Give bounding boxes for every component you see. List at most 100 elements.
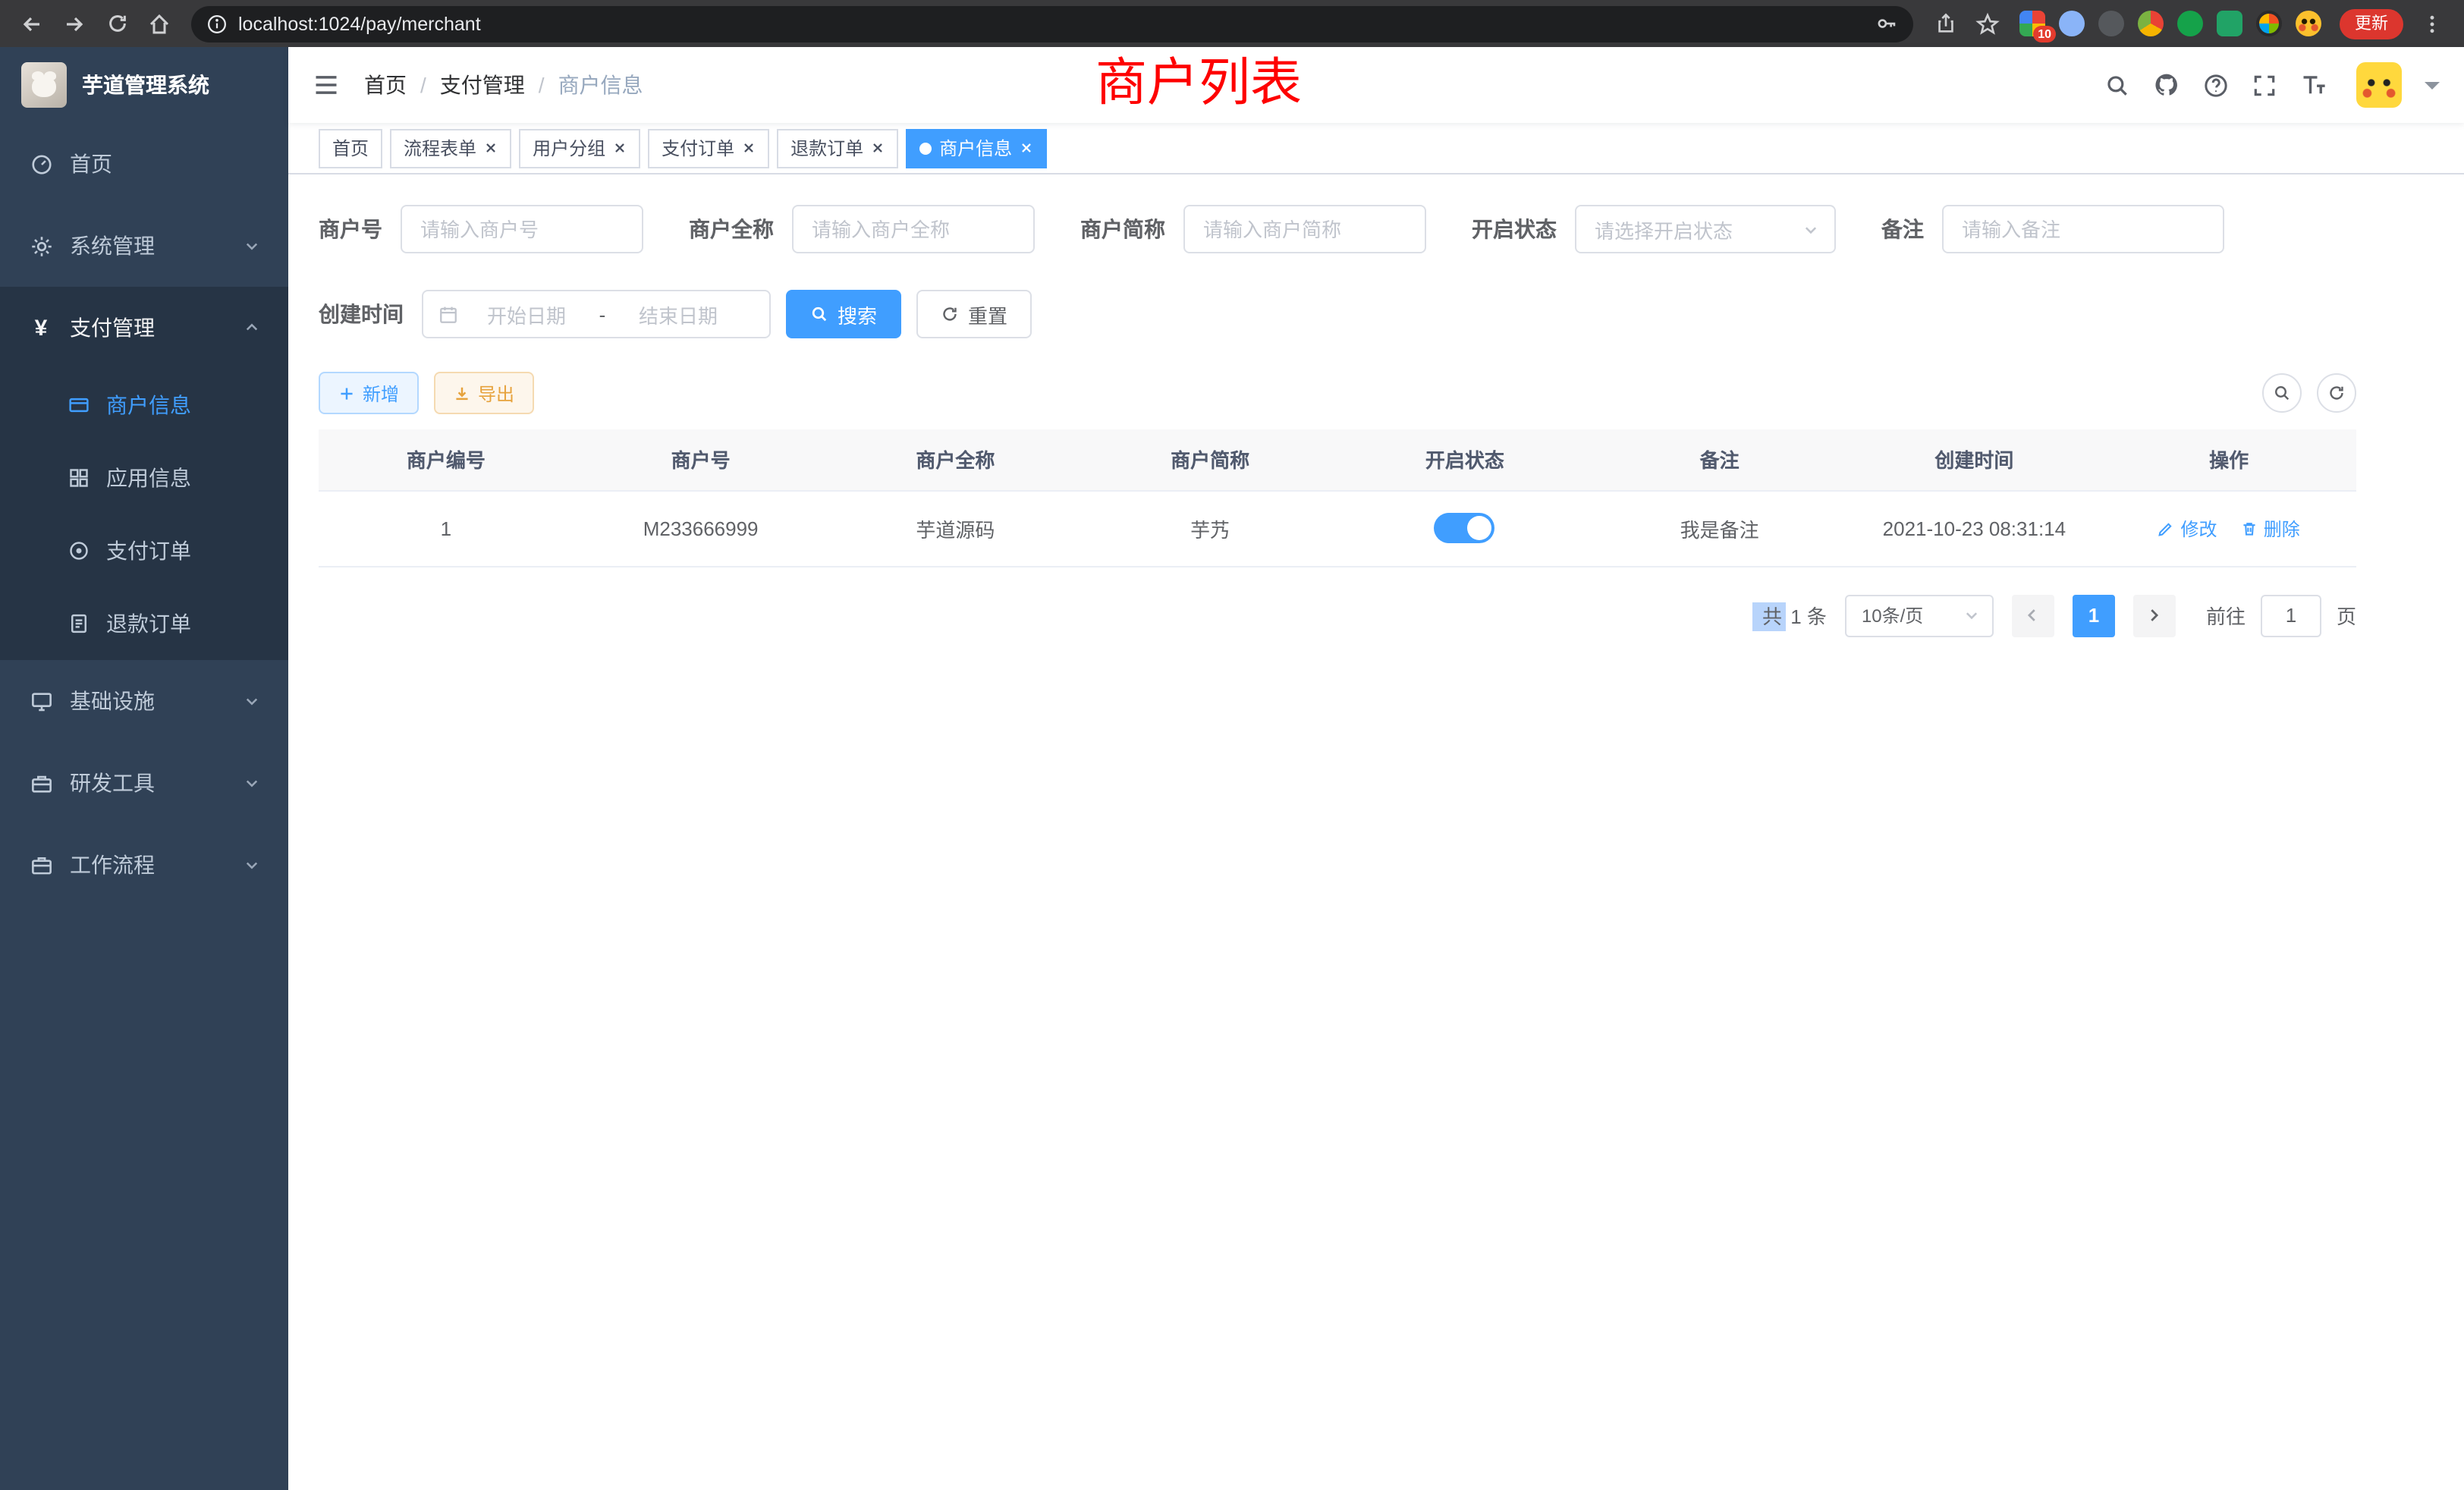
close-icon[interactable] — [742, 141, 756, 155]
table-row: 1 M233666999 芋道源码 芋艿 我是备注 2021-10-23 08:… — [319, 490, 2356, 566]
pagination: 共 1 条 10条/页 1 — [319, 594, 2356, 637]
sidebar-item-pay-order[interactable]: 支付订单 — [0, 514, 288, 587]
forward-button[interactable] — [55, 4, 94, 43]
create-time-label: 创建时间 — [319, 299, 422, 329]
browser-menu-button[interactable] — [2412, 4, 2452, 43]
close-icon[interactable] — [484, 141, 498, 155]
sidebar-item-app-info[interactable]: 应用信息 — [0, 442, 288, 514]
status-label: 开启状态 — [1472, 214, 1575, 244]
breadcrumb-home[interactable]: 首页 — [364, 70, 407, 100]
card-icon — [67, 395, 91, 416]
tab-label: 商户信息 — [939, 135, 1012, 161]
tags-view: 首页 流程表单 用户分组 支付订单 退款订单 — [288, 123, 2464, 174]
extension-icon[interactable] — [2138, 11, 2164, 36]
short-name-input[interactable] — [1183, 205, 1426, 253]
sidebar-item-home[interactable]: 首页 — [0, 123, 288, 205]
sidebar-item-workflow[interactable]: 工作流程 — [0, 824, 288, 906]
tab-merchant-info[interactable]: 商户信息 — [906, 128, 1047, 168]
close-icon[interactable] — [871, 141, 885, 155]
reset-button[interactable]: 重置 — [916, 290, 1032, 338]
refresh-table-button[interactable] — [2317, 373, 2356, 413]
search-button[interactable]: 搜索 — [786, 290, 901, 338]
export-button[interactable]: 导出 — [434, 372, 534, 414]
search-icon[interactable] — [2104, 72, 2130, 98]
prev-page-button[interactable] — [2012, 594, 2054, 637]
chevron-down-icon — [244, 693, 259, 709]
arrow-right-icon — [62, 11, 86, 36]
search-form-row-2: 创建时间 开始日期 - 结束日期 — [319, 290, 2356, 338]
sidebar-item-payment[interactable]: ¥ 支付管理 — [0, 287, 288, 369]
bookmark-button[interactable] — [1968, 4, 2007, 43]
page-size-select[interactable]: 10条/页 — [1845, 594, 1994, 637]
tab-label: 支付订单 — [662, 135, 734, 161]
payment-submenu: 商户信息 应用信息 支付订单 — [0, 369, 288, 660]
create-time-range-picker[interactable]: 开始日期 - 结束日期 — [422, 290, 771, 338]
status-toggle[interactable] — [1435, 513, 1495, 543]
delete-button[interactable]: 删除 — [2241, 515, 2300, 541]
sidebar-item-infra[interactable]: 基础设施 — [0, 660, 288, 742]
sidebar-item-system[interactable]: 系统管理 — [0, 205, 288, 287]
close-icon[interactable] — [613, 141, 627, 155]
reload-button[interactable] — [97, 4, 137, 43]
remark-input[interactable] — [1942, 205, 2224, 253]
key-icon[interactable] — [1875, 12, 1898, 35]
yen-icon: ¥ — [29, 315, 53, 341]
sidebar-item-merchant-info[interactable]: 商户信息 — [0, 369, 288, 442]
goto-page-input[interactable] — [2261, 594, 2321, 637]
next-page-button[interactable] — [2133, 594, 2176, 637]
total-prefix: 共 — [1753, 602, 1785, 631]
edit-button[interactable]: 修改 — [2158, 515, 2217, 541]
page-1-button[interactable]: 1 — [2073, 594, 2115, 637]
search-icon — [2273, 384, 2291, 402]
share-button[interactable] — [1925, 4, 1965, 43]
tab-home[interactable]: 首页 — [319, 128, 382, 168]
add-button[interactable]: 新增 — [319, 372, 419, 414]
sidebar-item-refund-order[interactable]: 退款订单 — [0, 587, 288, 660]
breadcrumb-current: 商户信息 — [558, 70, 643, 100]
status-select-placeholder: 请选择开启状态 — [1595, 215, 1733, 244]
extension-icon[interactable] — [2256, 11, 2282, 36]
hide-search-button[interactable] — [2262, 373, 2302, 413]
merchant-no-input[interactable] — [401, 205, 643, 253]
tab-user-group[interactable]: 用户分组 — [519, 128, 640, 168]
extension-icon[interactable]: 10 — [2019, 11, 2045, 36]
help-icon[interactable] — [2203, 72, 2229, 98]
tab-label: 用户分组 — [533, 135, 605, 161]
extension-icon[interactable] — [2296, 11, 2321, 36]
close-icon[interactable] — [1020, 141, 1033, 155]
monitor-icon — [29, 690, 53, 712]
col-status: 开启状态 — [1337, 429, 1592, 490]
browser-update-button[interactable]: 更新 — [2340, 8, 2403, 39]
breadcrumb-payment[interactable]: 支付管理 — [440, 70, 525, 100]
breadcrumb: 首页 / 支付管理 / 商户信息 — [364, 70, 643, 100]
url-bar[interactable]: localhost:1024/pay/merchant — [191, 5, 1913, 42]
status-select[interactable]: 请选择开启状态 — [1575, 205, 1836, 253]
home-button[interactable] — [140, 4, 179, 43]
breadcrumb-separator: / — [420, 73, 426, 97]
full-name-input[interactable] — [792, 205, 1035, 253]
sidebar-toggle-button[interactable] — [313, 71, 340, 99]
extension-icon[interactable] — [2177, 11, 2203, 36]
tab-process-form[interactable]: 流程表单 — [390, 128, 511, 168]
grid-icon — [67, 467, 91, 489]
goto-label: 前往 — [2206, 601, 2246, 630]
github-icon[interactable] — [2153, 71, 2180, 99]
active-tab-dot — [919, 142, 932, 154]
tab-label: 退款订单 — [790, 135, 863, 161]
chevron-left-icon — [2025, 607, 2041, 624]
extension-icon[interactable] — [2098, 11, 2124, 36]
back-button[interactable] — [12, 4, 52, 43]
site-info-icon[interactable] — [206, 13, 228, 34]
tab-label: 流程表单 — [404, 135, 476, 161]
user-avatar[interactable] — [2356, 62, 2402, 108]
search-button-label: 搜索 — [838, 300, 877, 328]
top-navbar: 首页 / 支付管理 / 商户信息 — [288, 47, 2464, 123]
font-size-icon[interactable] — [2300, 71, 2327, 99]
tab-pay-order[interactable]: 支付订单 — [648, 128, 769, 168]
extension-icon[interactable] — [2217, 11, 2242, 36]
tab-refund-order[interactable]: 退款订单 — [777, 128, 898, 168]
fullscreen-icon[interactable] — [2252, 72, 2277, 98]
sidebar-logo-row[interactable]: 芋道管理系统 — [0, 47, 288, 123]
sidebar-item-dev-tools[interactable]: 研发工具 — [0, 742, 288, 824]
extension-icon[interactable] — [2059, 11, 2085, 36]
